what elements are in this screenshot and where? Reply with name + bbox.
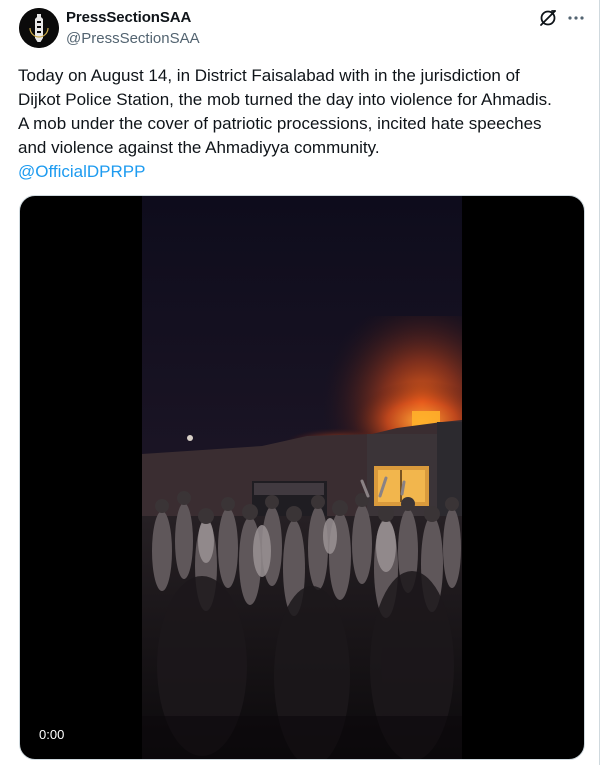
video-timestamp: 0:00 bbox=[32, 724, 72, 745]
author-display-name[interactable]: PressSectionSAA bbox=[66, 9, 191, 26]
previous-item-remnant bbox=[34, 0, 124, 2]
more-options-icon[interactable] bbox=[566, 8, 586, 28]
video-player[interactable]: 0:00 bbox=[19, 195, 585, 760]
grok-icon[interactable] bbox=[538, 8, 558, 28]
mention-link[interactable]: @OfficialDPRPP bbox=[18, 162, 145, 181]
avatar[interactable] bbox=[19, 8, 59, 48]
tweet-text: Today on August 14, in District Faisalab… bbox=[18, 64, 590, 184]
avatar-emblem-icon bbox=[19, 8, 59, 48]
tweet-body: Today on August 14, in District Faisalab… bbox=[18, 66, 552, 157]
page: PressSectionSAA @PressSectionSAA Today o… bbox=[0, 0, 603, 765]
author-handle[interactable]: @PressSectionSAA bbox=[66, 30, 200, 47]
tweet-card[interactable]: PressSectionSAA @PressSectionSAA Today o… bbox=[0, 0, 600, 765]
video-frame[interactable] bbox=[142, 196, 462, 759]
